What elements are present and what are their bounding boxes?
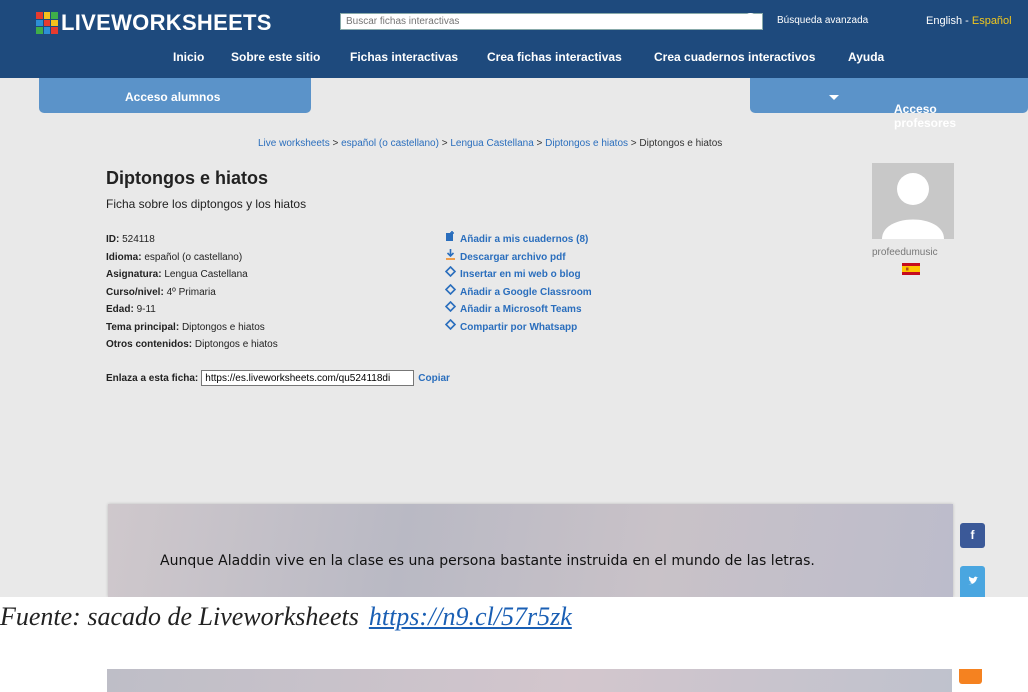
- source-caption: Fuente: sacado de Liveworksheets https://…: [0, 602, 572, 632]
- worksheet-preview: Aunque Aladdin vive en la clase es una p…: [108, 504, 953, 597]
- action-label: Añadir a Google Classroom: [460, 286, 592, 298]
- lang-spanish-link[interactable]: Español: [972, 15, 1012, 27]
- logo-text: LIVEWORKSHEETS: [61, 10, 272, 35]
- breadcrumb-separator: >: [533, 138, 546, 149]
- action-embed[interactable]: Insertar en mi web o blog: [445, 266, 592, 284]
- chevron-down-icon: [829, 95, 839, 101]
- meta-label: Edad:: [106, 304, 134, 315]
- nav-item-crea-fichas[interactable]: Crea fichas interactivas: [487, 50, 622, 64]
- action-label: Añadir a mis cuadernos (8): [460, 234, 589, 245]
- lang-separator: -: [962, 15, 972, 27]
- spain-flag-icon: [902, 263, 920, 275]
- meta-row: Curso/nivel: 4º Primaria: [106, 284, 278, 302]
- screenshot: LIVEWORKSHEETS Búsqueda avanzada English…: [0, 0, 1028, 597]
- meta-value: español (o castellano): [144, 251, 243, 263]
- action-add-notebook[interactable]: Añadir a mis cuadernos (8): [445, 231, 592, 249]
- worksheet-meta: ID: 524118 Idioma: español (o castellano…: [106, 231, 278, 354]
- search-icon[interactable]: [744, 12, 760, 28]
- nav-item-crea-cuadernos[interactable]: Crea cuadernos interactivos: [654, 50, 815, 64]
- meta-label: Tema principal:: [106, 321, 180, 333]
- meta-row: Idioma: español (o castellano): [106, 249, 278, 267]
- embed-icon: [445, 318, 456, 330]
- meta-row: Tema principal: Diptongos e hiatos: [106, 319, 278, 337]
- action-label: Añadir a Microsoft Teams: [460, 304, 582, 315]
- copy-link-button[interactable]: Copiar: [418, 373, 450, 384]
- action-label: Compartir por Whatsapp: [460, 321, 578, 333]
- meta-row: Edad: 9-11: [106, 301, 278, 319]
- facebook-icon: f: [970, 528, 975, 542]
- breadcrumb-separator: >: [329, 138, 342, 149]
- breadcrumb-separator: >: [628, 138, 640, 149]
- facebook-share-button[interactable]: f: [960, 523, 985, 548]
- nav-item-inicio[interactable]: Inicio: [173, 50, 204, 64]
- page-title: Diptongos e hiatos: [106, 168, 268, 188]
- advanced-search-link[interactable]: Búsqueda avanzada: [777, 15, 868, 26]
- teacher-access-button[interactable]: Acceso profesores: [750, 78, 1028, 130]
- search-input[interactable]: [340, 13, 763, 30]
- student-access-button[interactable]: Acceso alumnos: [39, 78, 311, 113]
- action-microsoft-teams[interactable]: Añadir a Microsoft Teams: [445, 301, 592, 319]
- twitter-share-button[interactable]: [960, 566, 985, 597]
- meta-value: Lengua Castellana: [164, 269, 248, 280]
- embed-icon: [445, 266, 456, 277]
- top-bar: LIVEWORKSHEETS Búsqueda avanzada English…: [0, 0, 1028, 78]
- action-download-pdf[interactable]: Descargar archivo pdf: [445, 248, 592, 267]
- user-icon: [882, 173, 944, 239]
- nav-item-sobre-este-sitio[interactable]: Sobre este sitio: [231, 50, 320, 64]
- avatar[interactable]: [872, 163, 954, 239]
- breadcrumb-link[interactable]: español (o castellano): [341, 138, 439, 149]
- share-link-field[interactable]: [201, 370, 415, 386]
- embed-icon: [445, 301, 456, 312]
- breadcrumb: Live worksheets > español (o castellano)…: [258, 138, 722, 149]
- download-icon: [446, 248, 455, 260]
- student-access-label: Acceso alumnos: [125, 90, 221, 104]
- caption-link[interactable]: https://n9.cl/57r5zk: [369, 602, 572, 631]
- worksheet-content-text: Aunque Aladdin vive en la clase es una p…: [160, 553, 815, 569]
- language-switcher: English - Español: [926, 15, 1012, 27]
- meta-value: Diptongos e hiatos: [181, 321, 265, 333]
- share-link-row: Enlaza a esta ficha: Copiar: [106, 370, 450, 386]
- meta-label: Asignatura:: [106, 269, 162, 280]
- breadcrumb-current: Diptongos e hiatos: [639, 138, 723, 149]
- author-name[interactable]: profeedumusic: [872, 247, 938, 258]
- meta-value: Diptongos e hiatos: [194, 339, 278, 350]
- worksheet-actions: Añadir a mis cuadernos (8) Descargar arc…: [445, 231, 592, 336]
- action-label: Descargar archivo pdf: [460, 251, 566, 263]
- meta-value: 9-11: [136, 304, 156, 315]
- caption-text: Fuente: sacado de Liveworksheets: [0, 602, 359, 631]
- nav-item-ayuda[interactable]: Ayuda: [848, 50, 884, 64]
- meta-value: 4º Primaria: [166, 286, 216, 298]
- blogger-share-button[interactable]: [959, 669, 982, 684]
- action-google-classroom[interactable]: Añadir a Google Classroom: [445, 283, 592, 302]
- page-subtitle: Ficha sobre los diptongos y los hiatos: [106, 197, 307, 211]
- nav-item-fichas-interactivas[interactable]: Fichas interactivas: [350, 50, 458, 64]
- meta-value: 524118: [122, 234, 155, 245]
- embed-icon: [445, 283, 456, 295]
- meta-row: ID: 524118: [106, 231, 278, 249]
- lang-english-link[interactable]: English: [926, 15, 962, 27]
- action-label: Insertar en mi web o blog: [460, 269, 581, 280]
- main-nav: Inicio Sobre este sitio Fichas interacti…: [0, 50, 1028, 70]
- meta-label: Idioma:: [106, 251, 142, 263]
- share-link-label: Enlaza a esta ficha:: [106, 372, 199, 384]
- meta-row: Asignatura: Lengua Castellana: [106, 266, 278, 284]
- meta-label: Curso/nivel:: [106, 286, 164, 298]
- meta-label: Otros contenidos:: [106, 339, 193, 350]
- add-notebook-icon: [446, 231, 454, 241]
- breadcrumb-link[interactable]: Lengua Castellana: [450, 138, 533, 149]
- site-logo[interactable]: LIVEWORKSHEETS: [36, 9, 272, 37]
- meta-row: Otros contenidos: Diptongos e hiatos: [106, 336, 278, 354]
- meta-label: ID:: [106, 234, 120, 245]
- teacher-access-label: Acceso profesores: [894, 102, 957, 130]
- breadcrumb-separator: >: [438, 138, 451, 149]
- action-whatsapp[interactable]: Compartir por Whatsapp: [445, 318, 592, 337]
- breadcrumb-link[interactable]: Live worksheets: [258, 138, 330, 149]
- logo-mark-icon: [36, 12, 58, 34]
- twitter-icon: [967, 576, 978, 585]
- worksheet-preview-strip: [107, 669, 952, 692]
- breadcrumb-link[interactable]: Diptongos e hiatos: [545, 138, 628, 149]
